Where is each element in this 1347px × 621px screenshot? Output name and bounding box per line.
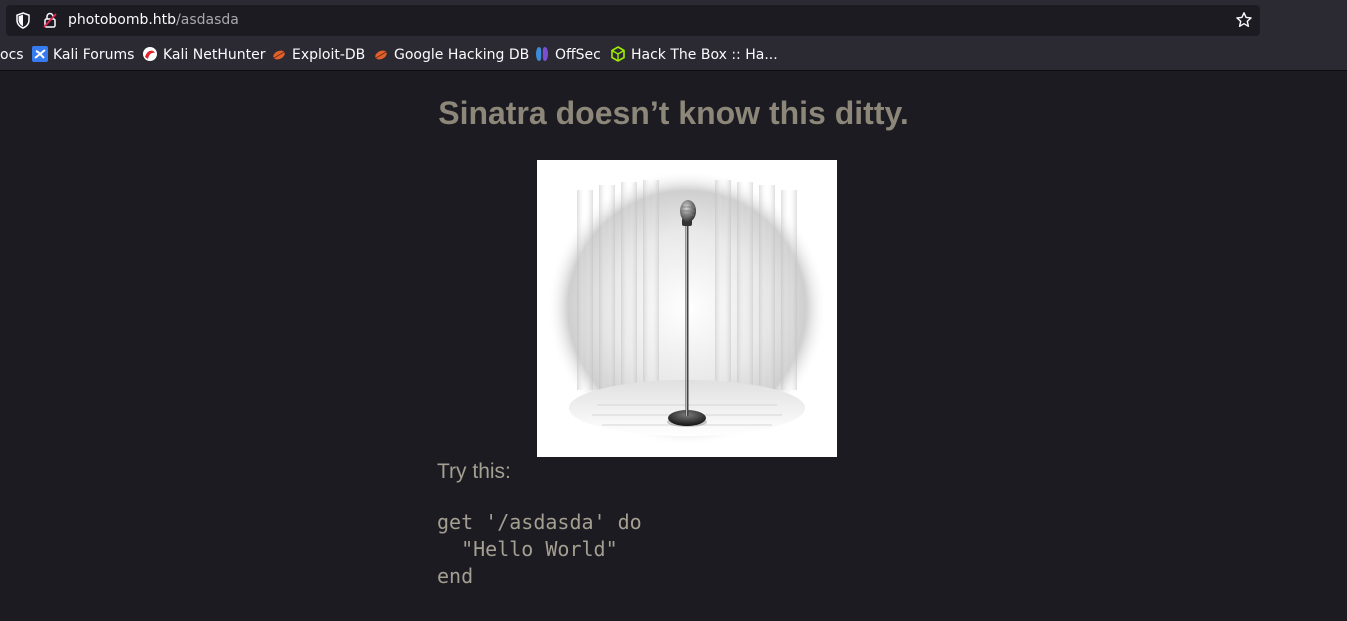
bookmark-label: Google Hacking DB (394, 47, 530, 63)
stage-illustration (537, 160, 837, 457)
bookmark-label: Hack The Box :: Ha... (631, 47, 778, 63)
exploit-db-icon (273, 50, 285, 60)
url-text[interactable]: photobomb.htb/asdasda (68, 12, 239, 28)
bookmarks-toolbar: ocs Kali Forums Kali NetHunter Exploit-D… (0, 44, 1347, 66)
bookmark-label: ocs (0, 47, 24, 63)
bookmark-label: Kali NetHunter (163, 47, 266, 63)
offsec-icon (536, 47, 548, 61)
page-content: Sinatra doesn’t know this ditty. Try thi… (0, 71, 1347, 621)
code-example: get '/asdasda' do "Hello World" end (437, 510, 642, 588)
bookmark-label: OffSec (555, 47, 601, 63)
kali-nethunter-icon (143, 47, 157, 61)
bookmark-google-hacking-db[interactable]: Google Hacking DB (373, 44, 529, 66)
url-bar[interactable]: photobomb.htb/asdasda (6, 5, 1260, 36)
bookmark-hack-the-box[interactable]: Hack The Box :: Ha... (610, 44, 778, 66)
microphone-on-stage-image (537, 160, 837, 457)
tracking-protection-shield-icon[interactable] (15, 12, 31, 29)
google-hacking-db-icon (375, 50, 387, 60)
bookmark-label: Exploit-DB (292, 47, 366, 63)
insecure-lock-icon[interactable] (42, 11, 58, 29)
kali-forums-icon (32, 46, 48, 62)
page-title: Sinatra doesn’t know this ditty. (438, 95, 909, 131)
bookmark-exploit-db[interactable]: Exploit-DB (271, 44, 365, 66)
hack-the-box-icon (611, 46, 625, 62)
bookmark-docs[interactable]: ocs (0, 44, 24, 66)
bookmark-offsec[interactable]: OffSec (534, 44, 601, 66)
bookmark-kali-forums[interactable]: Kali Forums (32, 44, 134, 66)
try-this-label: Try this: (437, 460, 511, 483)
bookmark-kali-nethunter[interactable]: Kali NetHunter (142, 44, 265, 66)
bookmark-label: Kali Forums (53, 47, 135, 63)
browser-toolbar: photobomb.htb/asdasda ocs Kali Forums Ka… (0, 0, 1347, 71)
url-host: photobomb.htb (68, 12, 177, 28)
bookmark-star-icon[interactable] (1235, 11, 1253, 29)
url-path: /asdasda (176, 12, 239, 28)
